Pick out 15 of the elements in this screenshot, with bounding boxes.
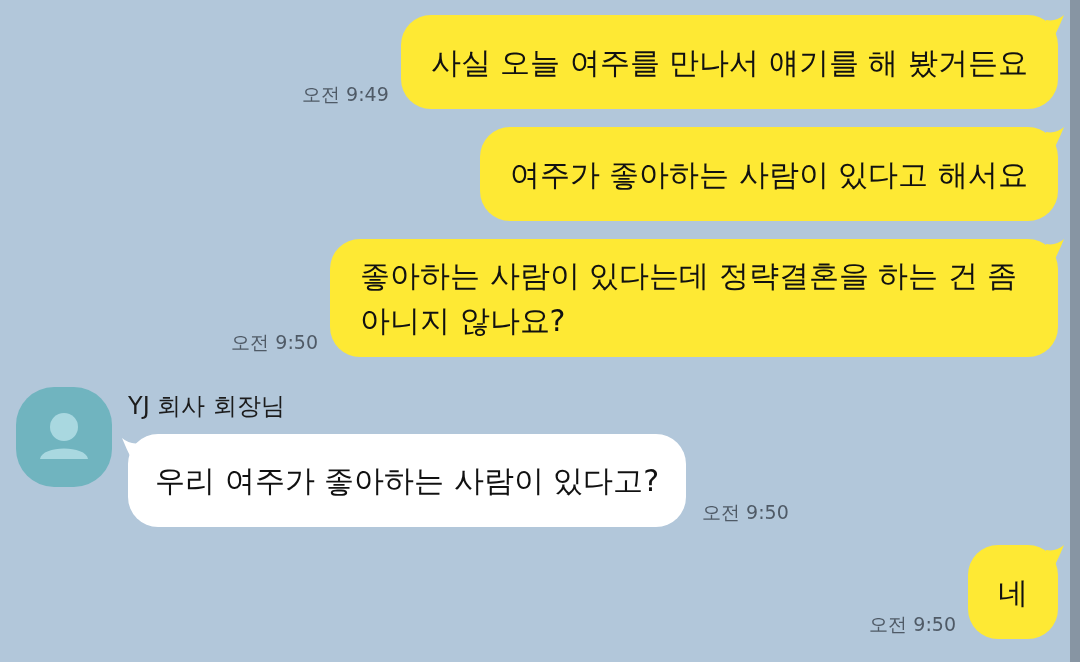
timestamp: 오전 9:50 [702,500,789,524]
timestamp: 오전 9:50 [231,330,318,354]
bubble-tail-icon [1046,239,1064,261]
message-bubble: 여주가 좋아하는 사람이 있다고 해서요 [479,127,1058,221]
bubble-tail-icon [1046,127,1064,149]
avatar-icon [16,387,112,487]
bubble-tail-icon [1046,15,1064,37]
message-bubble: 우리 여주가 좋아하는 사람이 있다고? [128,434,687,527]
message-bubble: 사실 오늘 여주를 만나서 얘기를 해 봤거든요 [400,15,1058,109]
timestamp: 오전 9:50 [869,612,956,636]
timestamp: 오전 9:49 [302,82,389,106]
message-bubble: 네 [968,545,1058,639]
bubble-tail-icon [1046,545,1064,567]
sender-name: YJ 회사 회장님 [128,391,285,422]
message-bubble: 좋아하는 사람이 있다는데 정략결혼을 하는 건 좀 아니지 않나요? [330,239,1058,357]
